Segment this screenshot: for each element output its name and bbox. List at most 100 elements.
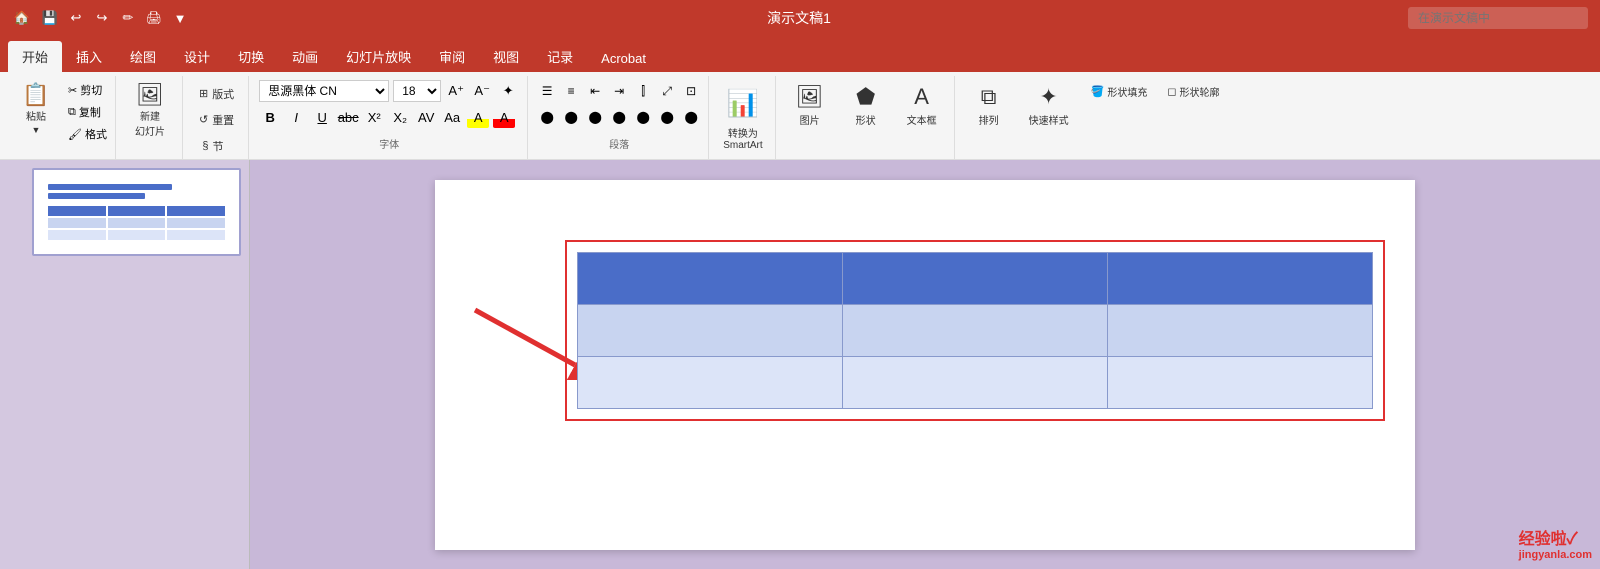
table-row <box>578 253 1373 305</box>
home-icon[interactable]: 🏠 <box>12 8 32 28</box>
paragraph-spacing-button[interactable]: ⬤ <box>656 106 678 128</box>
align-left-button[interactable]: ⬤ <box>536 106 558 128</box>
textbox-label: 文本框 <box>907 112 937 127</box>
paste-button[interactable]: 📋 粘贴 ▼ <box>12 80 60 139</box>
decrease-font-button[interactable]: A⁻ <box>471 80 493 102</box>
arrange-button[interactable]: ⧉ 排列 <box>965 80 1013 131</box>
font-group-label: 字体 <box>379 134 399 155</box>
strikethrough-button[interactable]: abc <box>337 106 359 128</box>
watermark-text: 经验啦✓ <box>1519 525 1592 549</box>
quick-style-button[interactable]: ✦ 快速样式 <box>1021 80 1077 131</box>
table-cell[interactable] <box>1108 357 1373 409</box>
thumb-line2 <box>48 193 145 199</box>
increase-indent-button[interactable]: ⇥ <box>608 80 630 102</box>
tab-acrobat[interactable]: Acrobat <box>587 45 660 72</box>
align-right-button[interactable]: ⬤ <box>584 106 606 128</box>
textbox-button[interactable]: A 文本框 <box>898 80 946 131</box>
format-button[interactable]: 🖌 格式 <box>64 124 111 144</box>
outline-label: 形状轮廓 <box>1179 84 1219 99</box>
tab-review[interactable]: 审阅 <box>425 41 479 72</box>
new-slide-label: 新建幻灯片 <box>135 108 165 138</box>
smartart-button[interactable]: 📊 转换为SmartArt <box>719 80 766 159</box>
canvas-area: 经验啦✓ jingyanla.com <box>250 160 1600 569</box>
font-family-select[interactable]: 思源黑体 CN <box>259 80 389 102</box>
columns-button[interactable]: ⫿ <box>632 80 654 102</box>
slide-canvas[interactable] <box>435 180 1415 550</box>
change-case-button[interactable]: Aa <box>441 106 463 128</box>
quick-style-label: 快速样式 <box>1029 112 1069 127</box>
italic-button[interactable]: I <box>285 106 307 128</box>
new-slide-inner: 🖼 新建幻灯片 <box>126 80 174 159</box>
search-input[interactable] <box>1408 7 1588 29</box>
copy-button[interactable]: ⧉ 复制 <box>64 102 111 122</box>
table-cell[interactable] <box>843 357 1108 409</box>
section-label: 节 <box>213 138 224 154</box>
line-spacing-button[interactable]: ⬤ <box>632 106 654 128</box>
table-row <box>578 357 1373 409</box>
shape-button[interactable]: ⬟ 形状 <box>842 80 890 131</box>
slide-table-wrapper[interactable] <box>565 240 1385 421</box>
superscript-button[interactable]: X² <box>363 106 385 128</box>
table-cell[interactable] <box>843 305 1108 357</box>
clear-format-button[interactable]: ✦ <box>497 80 519 102</box>
tab-view[interactable]: 视图 <box>479 41 533 72</box>
font-row1: 思源黑体 CN 18 A⁺ A⁻ ✦ <box>259 80 519 102</box>
tab-design[interactable]: 设计 <box>170 41 224 72</box>
font-size-select[interactable]: 18 <box>393 80 441 102</box>
decrease-indent-button[interactable]: ⇤ <box>584 80 606 102</box>
table-cell[interactable] <box>578 305 843 357</box>
paste-dropdown[interactable]: ▼ <box>32 125 41 135</box>
tab-insert[interactable]: 插入 <box>62 41 116 72</box>
thumb-cell <box>108 206 166 216</box>
tab-home[interactable]: 开始 <box>8 41 62 72</box>
underline-button[interactable]: U <box>311 106 333 128</box>
increase-font-button[interactable]: A⁺ <box>445 80 467 102</box>
shape-fill-button[interactable]: 🪣 形状填充 <box>1085 80 1154 103</box>
cut-button[interactable]: ✂ 剪切 <box>64 80 111 100</box>
thumb-cell <box>167 230 225 240</box>
slide-thumbnail[interactable] <box>32 168 241 256</box>
fill-label: 形状填充 <box>1107 84 1147 99</box>
justify-button[interactable]: ⬤ <box>608 106 630 128</box>
table-cell[interactable] <box>578 357 843 409</box>
dropdown-icon[interactable]: ▼ <box>170 8 190 28</box>
new-slide-button[interactable]: 🖼 新建幻灯片 <box>126 80 174 142</box>
redo-icon[interactable]: ↪ <box>92 8 112 28</box>
font-section: 思源黑体 CN 18 A⁺ A⁻ ✦ B I U abc X² X₂ AV Aa… <box>259 80 519 128</box>
align-group: ☰ ≡ ⇤ ⇥ ⫿ ⤢ ⊡ ⬤ ⬤ ⬤ ⬤ ⬤ ⬤ ⬤ <box>536 80 702 128</box>
tab-animations[interactable]: 动画 <box>278 41 332 72</box>
section-button[interactable]: § 节 <box>193 134 233 158</box>
numbering-button[interactable]: ≡ <box>560 80 582 102</box>
bullets-button[interactable]: ☰ <box>536 80 558 102</box>
edit-icon[interactable]: ✏ <box>118 8 138 28</box>
layout-button[interactable]: ⊞ 版式 <box>193 82 240 106</box>
tab-draw[interactable]: 绘图 <box>116 41 170 72</box>
tab-transitions[interactable]: 切换 <box>224 41 278 72</box>
table-cell[interactable] <box>578 253 843 305</box>
font-color-button[interactable]: A <box>493 106 515 128</box>
table-cell[interactable] <box>1108 305 1373 357</box>
quick-style-icon: ✦ <box>1039 84 1057 110</box>
text-direction-button[interactable]: ⤢ <box>656 80 678 102</box>
table-cell[interactable] <box>1108 253 1373 305</box>
undo-icon[interactable]: ↩ <box>66 8 86 28</box>
format-icon: 🖌 <box>68 128 82 141</box>
save-icon[interactable]: 💾 <box>40 8 60 28</box>
font-spacing-button[interactable]: AV <box>415 106 437 128</box>
align-text-button[interactable]: ⊡ <box>680 80 702 102</box>
more-para-button[interactable]: ⬤ <box>680 106 702 128</box>
bold-button[interactable]: B <box>259 106 281 128</box>
thumb-cell <box>108 230 166 240</box>
tab-record[interactable]: 记录 <box>533 41 587 72</box>
subscript-button[interactable]: X₂ <box>389 106 411 128</box>
table-cell[interactable] <box>843 253 1108 305</box>
print-icon[interactable]: 🖨 <box>144 8 164 28</box>
slide-table <box>577 252 1373 409</box>
reset-button[interactable]: ↺ 重置 <box>193 108 240 132</box>
shape-outline-button[interactable]: ◻ 形状轮廓 <box>1161 80 1225 103</box>
highlight-button[interactable]: A <box>467 106 489 128</box>
tab-slideshow[interactable]: 幻灯片放映 <box>332 41 425 72</box>
align-center-button[interactable]: ⬤ <box>560 106 582 128</box>
picture-button[interactable]: 🖼 图片 <box>786 80 834 131</box>
app-title: 演示文稿1 <box>190 8 1408 28</box>
